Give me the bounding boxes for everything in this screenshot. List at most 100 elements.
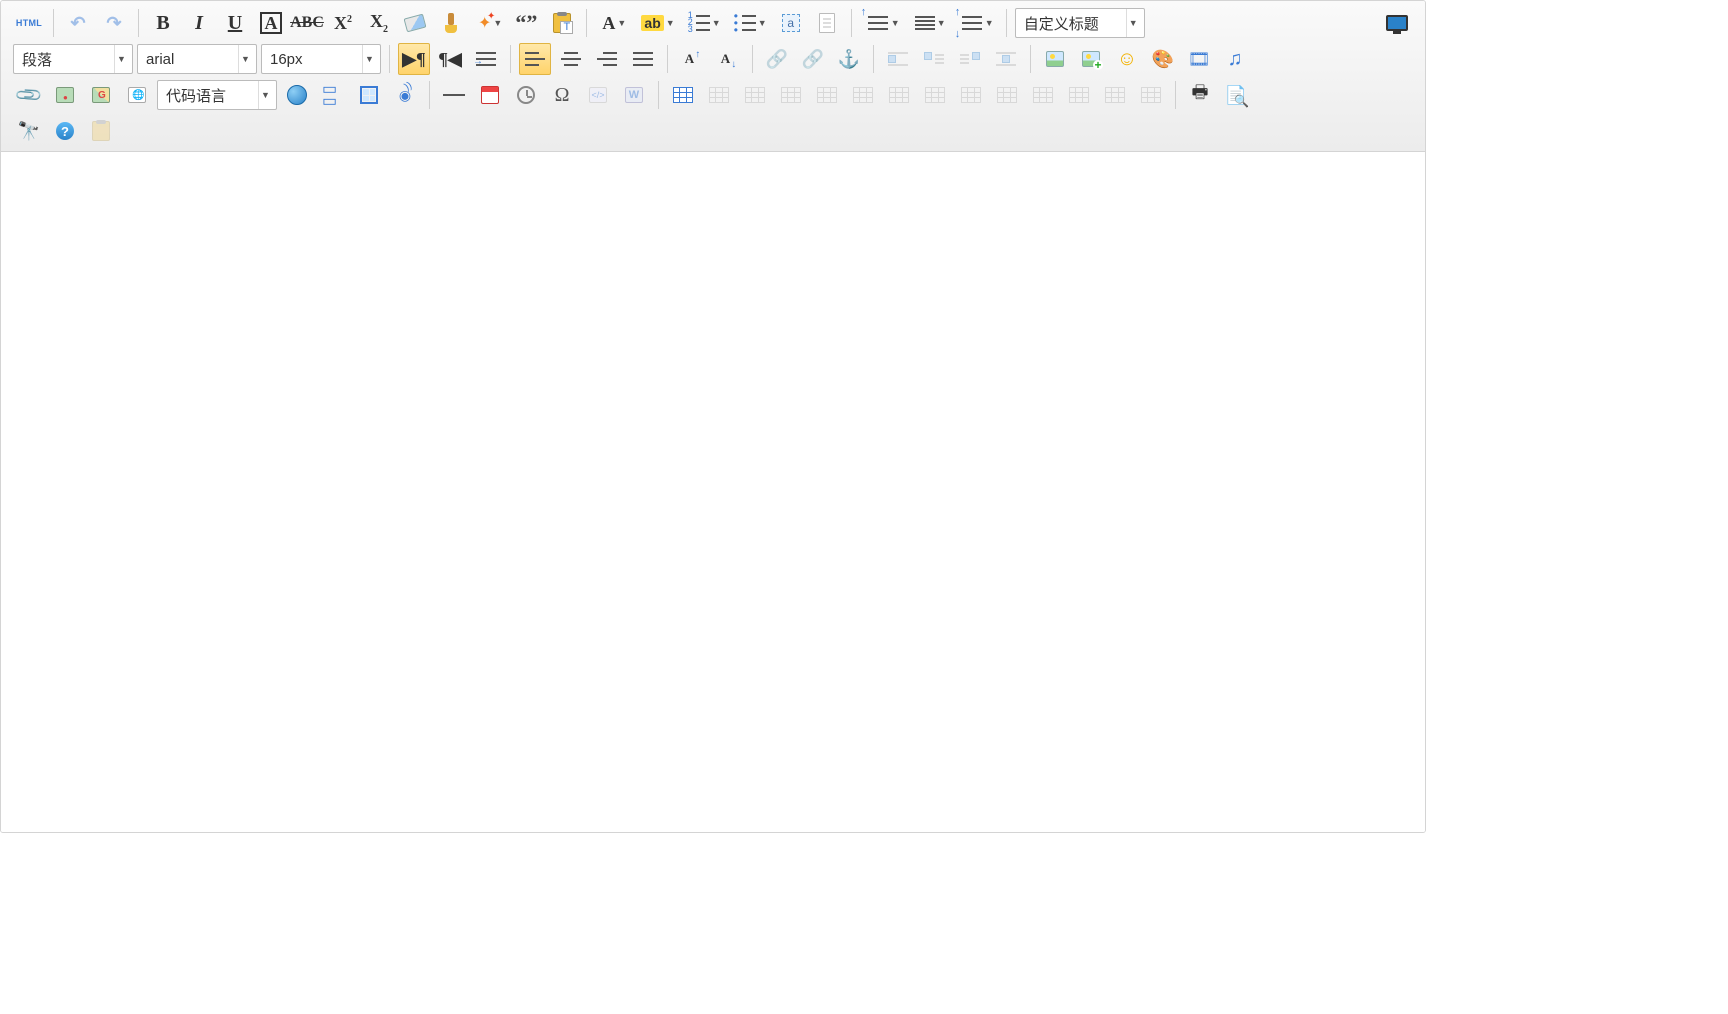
format-match-button[interactable] [435, 7, 467, 39]
insert-row-button[interactable] [775, 79, 807, 111]
insert-multi-image-button[interactable] [1075, 43, 1107, 75]
insert-table-button[interactable] [667, 79, 699, 111]
drafts-button[interactable] [85, 115, 117, 147]
delete-table-button[interactable] [703, 79, 735, 111]
image-float-right-button[interactable] [954, 43, 986, 75]
merge-right-button[interactable] [955, 79, 987, 111]
special-char-button[interactable]: Ω [546, 79, 578, 111]
autotypeset-button[interactable]: ✦▼ [471, 7, 506, 39]
ordered-list-button[interactable]: ▼ [683, 7, 725, 39]
binoculars-icon: 🔭 [18, 121, 40, 142]
chevron-down-icon: ▼ [617, 18, 627, 28]
image-float-center-button[interactable] [990, 43, 1022, 75]
paragraph-select[interactable]: 段落 ▼ [13, 44, 133, 74]
help-icon: ? [56, 122, 74, 140]
map-button[interactable] [49, 79, 81, 111]
row-spacing-bottom-icon: ↑↓ [961, 12, 983, 34]
split-cols-button[interactable] [1099, 79, 1131, 111]
background-icon [399, 87, 411, 104]
align-right-button[interactable] [591, 43, 623, 75]
chevron-down-icon: ▼ [362, 45, 376, 73]
image-float-none-button[interactable] [882, 43, 914, 75]
backcolor-button[interactable]: ab▼ [634, 7, 678, 39]
template-icon [360, 86, 378, 104]
blockquote-button[interactable]: “” [510, 7, 542, 39]
insert-frame-button[interactable] [281, 79, 313, 111]
background-button[interactable] [389, 79, 421, 111]
forecolor-button[interactable]: A▼ [595, 7, 630, 39]
template-button[interactable] [353, 79, 385, 111]
anchor-button[interactable]: ⚓ [833, 43, 865, 75]
direction-rtl-button[interactable]: ¶◀ [434, 43, 466, 75]
date-button[interactable] [474, 79, 506, 111]
strikethrough-button[interactable]: ABC [291, 7, 323, 39]
img-center-icon [996, 52, 1016, 66]
delete-row-button[interactable] [811, 79, 843, 111]
search-replace-button[interactable]: 🔭 [13, 115, 45, 147]
split-cells-button[interactable] [1027, 79, 1059, 111]
redo-button[interactable]: ↶ [98, 7, 130, 39]
split-rows-button[interactable] [1063, 79, 1095, 111]
align-center-button[interactable] [555, 43, 587, 75]
font-family-select[interactable]: arial ▼ [137, 44, 257, 74]
insert-para-before-table-button[interactable] [739, 79, 771, 111]
webapp-button[interactable] [121, 79, 153, 111]
music-button[interactable]: ♫ [1219, 43, 1251, 75]
merge-cells-icon [925, 87, 945, 103]
select-all-button[interactable]: a [775, 7, 807, 39]
link-button[interactable]: 🔗 [761, 43, 793, 75]
horizontal-rule-button[interactable] [438, 79, 470, 111]
row-spacing-bottom-button[interactable]: ↑↓▼ [954, 7, 998, 39]
image-float-left-button[interactable] [918, 43, 950, 75]
emotion-button[interactable]: ☺ [1111, 43, 1143, 75]
row-spacing-top-button[interactable]: ↑▼ [860, 7, 904, 39]
editor-content-area[interactable] [1, 152, 1425, 832]
custom-title-select[interactable]: 自定义标题 ▼ [1015, 8, 1145, 38]
gmap-button[interactable] [85, 79, 117, 111]
fullscreen-button[interactable] [1381, 7, 1413, 39]
wordimage-button[interactable]: W [618, 79, 650, 111]
tolowercase-button[interactable]: A [712, 43, 744, 75]
paste-plain-button[interactable] [546, 7, 578, 39]
insert-col-button[interactable] [847, 79, 879, 111]
line-height-button[interactable]: ▼ [908, 7, 950, 39]
undo-button[interactable]: ↶ [62, 7, 94, 39]
code-language-select[interactable]: 代码语言 ▼ [157, 80, 277, 110]
subscript-button[interactable]: X [363, 7, 395, 39]
merge-down-button[interactable] [991, 79, 1023, 111]
direction-ltr-button[interactable]: ▶¶ [398, 43, 430, 75]
underline-button[interactable]: U [219, 7, 251, 39]
indent-button[interactable]: → [470, 43, 502, 75]
link-icon: 🔗 [766, 49, 788, 70]
insert-image-button[interactable] [1039, 43, 1071, 75]
pagebreak-button[interactable] [317, 79, 349, 111]
insert-video-button[interactable]: 🎞 [1183, 43, 1215, 75]
time-button[interactable] [510, 79, 542, 111]
touppercase-button[interactable]: A [676, 43, 708, 75]
fontborder-button[interactable]: A [255, 7, 287, 39]
eraser-icon [404, 14, 427, 33]
align-left-button[interactable] [519, 43, 551, 75]
unlink-button[interactable]: 🔗 [797, 43, 829, 75]
remove-format-button[interactable] [399, 7, 431, 39]
preview-button[interactable]: 📄 [1220, 79, 1252, 111]
delete-caption-button[interactable] [1135, 79, 1167, 111]
scrawl-button[interactable] [1147, 43, 1179, 75]
source-html-button[interactable]: HTML [13, 7, 45, 39]
merge-down-icon [997, 87, 1017, 103]
align-justify-button[interactable] [627, 43, 659, 75]
merge-cells-button[interactable] [919, 79, 951, 111]
superscript-button[interactable]: X [327, 7, 359, 39]
help-button[interactable]: ? [49, 115, 81, 147]
snapscreen-button[interactable]: </> [582, 79, 614, 111]
delete-col-button[interactable] [883, 79, 915, 111]
font-size-select[interactable]: 16px ▼ [261, 44, 381, 74]
blank-doc-button[interactable] [811, 7, 843, 39]
attachment-button[interactable]: 📎 [13, 79, 45, 111]
bold-button[interactable]: B [147, 7, 179, 39]
print-button[interactable]: 🖶 [1184, 79, 1216, 111]
forecolor-icon: A [602, 13, 615, 34]
chevron-down-icon: ▼ [758, 18, 768, 28]
italic-button[interactable]: I [183, 7, 215, 39]
unordered-list-button[interactable]: ▼ [729, 7, 771, 39]
